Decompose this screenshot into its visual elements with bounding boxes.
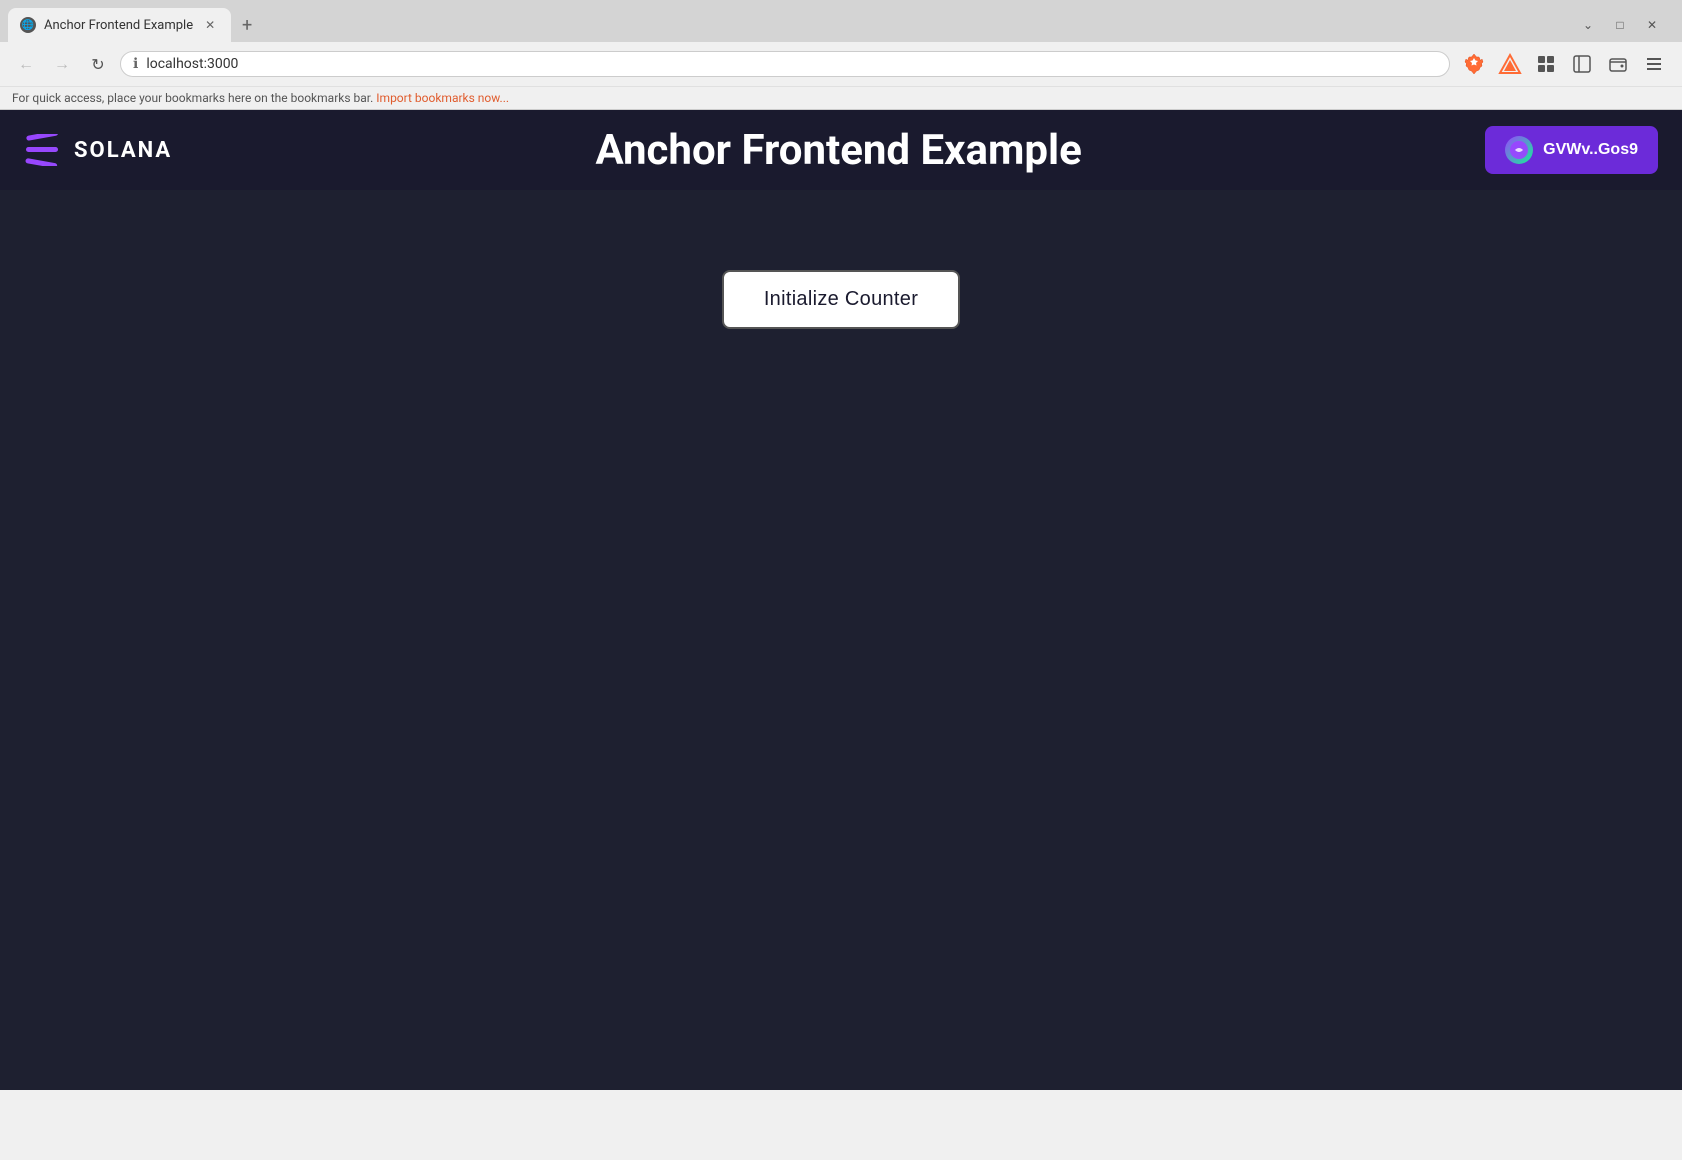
- app-wrapper: SOLANA Anchor Frontend Example GVWv.: [0, 110, 1682, 1090]
- window-controls: ⌄ □ ✕: [1574, 11, 1674, 39]
- back-button[interactable]: ←: [12, 50, 40, 78]
- wallet-toolbar-icon[interactable]: [1602, 48, 1634, 80]
- wallet-address-label: GVWv..Gos9: [1543, 141, 1638, 159]
- menu-icon[interactable]: [1638, 48, 1670, 80]
- tab-bar: 🌐 Anchor Frontend Example ✕ + ⌄ □ ✕: [0, 0, 1682, 42]
- bookmarks-bar: For quick access, place your bookmarks h…: [0, 86, 1682, 109]
- browser-chrome: 🌐 Anchor Frontend Example ✕ + ⌄ □ ✕ ← → …: [0, 0, 1682, 110]
- tab-close-button[interactable]: ✕: [201, 16, 219, 34]
- extensions-icon[interactable]: [1530, 48, 1562, 80]
- wallet-connect-button[interactable]: GVWv..Gos9: [1485, 126, 1658, 174]
- brave-icon[interactable]: [1458, 48, 1490, 80]
- solana-symbol-icon: [24, 134, 64, 166]
- browser-toolbar: ← → ↻ ℹ localhost:3000: [0, 42, 1682, 86]
- active-tab[interactable]: 🌐 Anchor Frontend Example ✕: [8, 8, 231, 42]
- sidebar-icon[interactable]: [1566, 48, 1598, 80]
- reload-button[interactable]: ↻: [84, 50, 112, 78]
- maximize-button[interactable]: □: [1606, 11, 1634, 39]
- address-text: localhost:3000: [146, 56, 1437, 72]
- app-header: SOLANA Anchor Frontend Example GVWv.: [0, 110, 1682, 190]
- initialize-counter-button[interactable]: Initialize Counter: [722, 270, 960, 329]
- tab-favicon: 🌐: [20, 17, 36, 33]
- brave-rewards-icon[interactable]: [1494, 48, 1526, 80]
- new-tab-button[interactable]: +: [233, 11, 261, 39]
- solana-wordmark: SOLANA: [74, 138, 172, 163]
- tab-title: Anchor Frontend Example: [44, 18, 193, 33]
- minimize-button[interactable]: ⌄: [1574, 11, 1602, 39]
- app-main-content: Initialize Counter: [0, 190, 1682, 1090]
- security-icon: ℹ: [133, 56, 138, 72]
- close-window-button[interactable]: ✕: [1638, 11, 1666, 39]
- address-bar[interactable]: ℹ localhost:3000: [120, 51, 1450, 77]
- forward-button[interactable]: →: [48, 50, 76, 78]
- bookmarks-text: For quick access, place your bookmarks h…: [12, 91, 373, 105]
- solana-logo: SOLANA: [24, 134, 172, 166]
- wallet-avatar-icon: [1505, 136, 1533, 164]
- toolbar-icons: [1458, 48, 1670, 80]
- import-bookmarks-link[interactable]: Import bookmarks now...: [376, 91, 509, 105]
- app-title: Anchor Frontend Example: [192, 126, 1485, 175]
